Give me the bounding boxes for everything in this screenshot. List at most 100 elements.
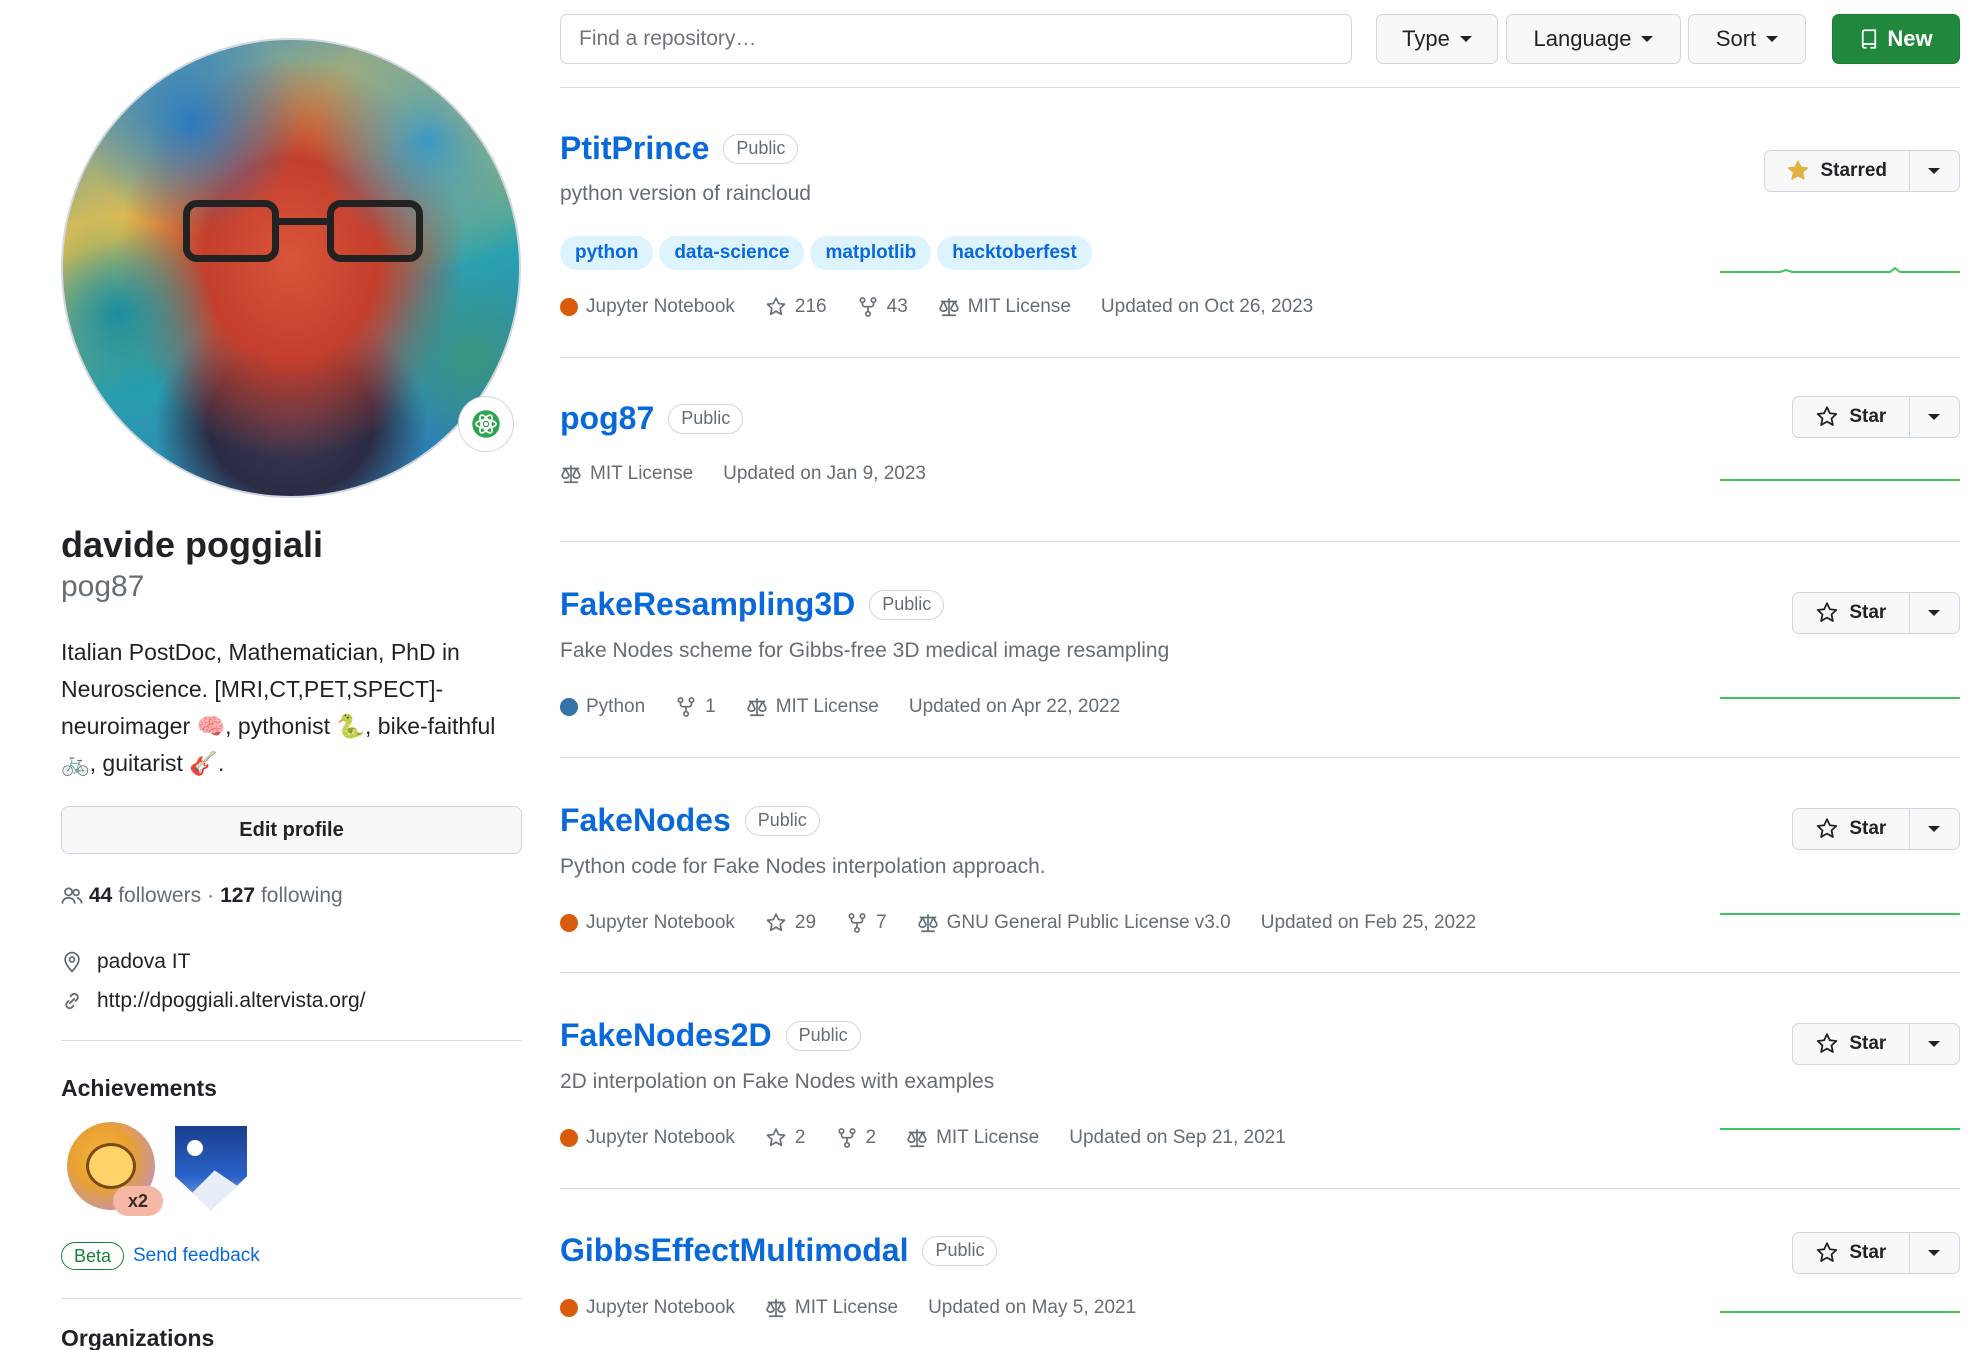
star-list-dropdown[interactable] [1910, 151, 1959, 191]
language-color-dot [560, 914, 578, 932]
repo-search-input[interactable] [560, 14, 1352, 64]
license-name: GNU General Public License v3.0 [946, 912, 1231, 933]
new-repo-button[interactable]: New [1832, 14, 1960, 64]
repo-forks-link[interactable]: 1 [675, 696, 716, 718]
topic-tag[interactable]: data-science [659, 236, 805, 270]
star-list-dropdown[interactable] [1910, 593, 1959, 633]
activity-sparkline [1720, 266, 1960, 273]
edit-profile-button[interactable]: Edit profile [61, 806, 522, 854]
repo-divider [560, 757, 1960, 758]
activity-sparkline [1720, 1128, 1960, 1130]
followers-count: 44 [89, 884, 113, 907]
following-link[interactable]: 127 following [220, 884, 343, 908]
profile-fullname: davide poggiali [61, 524, 324, 565]
link-icon [65, 992, 79, 1010]
law-icon [907, 1129, 927, 1148]
law-icon [746, 698, 767, 717]
topic-tag[interactable]: python [560, 236, 654, 270]
license-name: MIT License [936, 1127, 1040, 1148]
new-repo-label: New [1887, 26, 1933, 51]
visibility-badge: Public [922, 1235, 998, 1266]
law-icon [766, 1299, 786, 1318]
repo-name-link[interactable]: FakeResampling3D [560, 586, 855, 623]
star-button[interactable]: Star [1793, 1024, 1910, 1064]
language-color-dot [560, 1129, 578, 1147]
repo-stars-link[interactable]: 29 [765, 912, 816, 934]
language-filter-button[interactable]: Language [1506, 14, 1681, 64]
repo-name-link[interactable]: GibbsEffectMultimodal [560, 1232, 908, 1269]
repo-divider [560, 972, 1960, 973]
repo-stars-link[interactable]: 216 [765, 296, 827, 318]
star-list-dropdown[interactable] [1910, 397, 1959, 437]
repo-language: Jupyter Notebook [560, 1297, 735, 1319]
topic-tag[interactable]: hacktoberfest [937, 236, 1092, 270]
star-icon [1817, 818, 1838, 838]
emoji-status-icon[interactable] [458, 396, 514, 452]
achievement-arctic-icon[interactable] [175, 1126, 247, 1210]
repo-name-link[interactable]: FakeNodes [560, 802, 731, 839]
repo-updated: Updated on Sep 21, 2021 [1069, 1127, 1286, 1148]
repo-updated: Updated on Apr 22, 2022 [908, 696, 1121, 717]
fork-count: 43 [886, 296, 908, 317]
star-list-dropdown[interactable] [1910, 809, 1959, 849]
repo-name-link[interactable]: pog87 [560, 400, 654, 437]
law-icon [561, 465, 581, 484]
language-color-dot [560, 698, 578, 716]
license-name: MIT License [794, 1297, 899, 1318]
repo-title-row: PtitPrince Public [560, 130, 799, 167]
repo-updated: Updated on Jan 9, 2023 [723, 463, 926, 484]
star-list-dropdown[interactable] [1910, 1024, 1959, 1064]
fork-icon [837, 1128, 856, 1148]
repo-meta: Jupyter Notebook 29 7 GNU General Public… [560, 912, 1476, 934]
sidebar-divider [61, 1298, 522, 1299]
star-list-dropdown[interactable] [1910, 1233, 1959, 1273]
repo-stars-link[interactable]: 2 [765, 1127, 806, 1149]
fork-icon [859, 297, 877, 317]
visibility-badge: Public [869, 589, 945, 620]
topic-tag[interactable]: matplotlib [810, 236, 932, 270]
star-icon [766, 297, 786, 316]
license-name: MIT License [967, 296, 1071, 317]
organizations-title: Organizations [61, 1325, 215, 1350]
visibility-badge: Public [668, 403, 744, 434]
location-icon [64, 951, 80, 973]
type-filter-button[interactable]: Type [1376, 14, 1498, 64]
star-button[interactable]: Star [1793, 397, 1910, 437]
followers-link[interactable]: 44 followers [89, 884, 201, 908]
beta-label: Beta [61, 1242, 125, 1270]
achievement-count-badge: x2 [113, 1186, 163, 1216]
repo-name-link[interactable]: FakeNodes2D [560, 1017, 772, 1054]
repositories-panel: Type Language Sort New PtitPrince Public… [560, 0, 1960, 1350]
repo-description: python version of raincloud [560, 182, 811, 205]
repo-forks-link[interactable]: 2 [836, 1127, 876, 1149]
send-feedback-link[interactable]: Send feedback [133, 1245, 260, 1267]
location-text: padova IT [97, 950, 191, 973]
caret-down-icon [1928, 414, 1941, 420]
activity-sparkline [1720, 1311, 1960, 1313]
sort-button[interactable]: Sort [1688, 14, 1806, 64]
star-icon [766, 1128, 786, 1147]
atom-icon [472, 410, 500, 438]
repo-language: Python [560, 696, 645, 718]
language-name: Jupyter Notebook [586, 1127, 735, 1148]
starred-button[interactable]: Starred [1765, 151, 1910, 191]
repo-divider [560, 541, 1960, 542]
repo-meta: Jupyter Notebook MIT License Updated on … [560, 1297, 1136, 1319]
repo-forks-link[interactable]: 7 [846, 912, 887, 934]
license-name: MIT License [775, 696, 879, 717]
repo-updated: Updated on Feb 25, 2022 [1260, 912, 1477, 933]
star-button[interactable]: Star [1793, 593, 1910, 633]
repo-name-link[interactable]: PtitPrince [560, 130, 709, 167]
star-button-group: Star [1792, 1232, 1960, 1274]
star-count: 29 [794, 912, 817, 933]
star-button[interactable]: Star [1793, 809, 1910, 849]
profile-bio: Italian PostDoc, Mathematician, PhD in N… [61, 639, 496, 776]
star-button[interactable]: Star [1793, 1233, 1910, 1273]
repo-license: MIT License [765, 1297, 898, 1319]
profile-login: pog87 [61, 570, 145, 603]
website-link[interactable]: http://dpoggiali.altervista.org/ [97, 989, 366, 1013]
avatar[interactable] [61, 38, 521, 498]
repo-forks-link[interactable]: 43 [857, 296, 908, 318]
caret-down-icon [1766, 36, 1779, 42]
star-button-label: Star [1849, 406, 1887, 427]
